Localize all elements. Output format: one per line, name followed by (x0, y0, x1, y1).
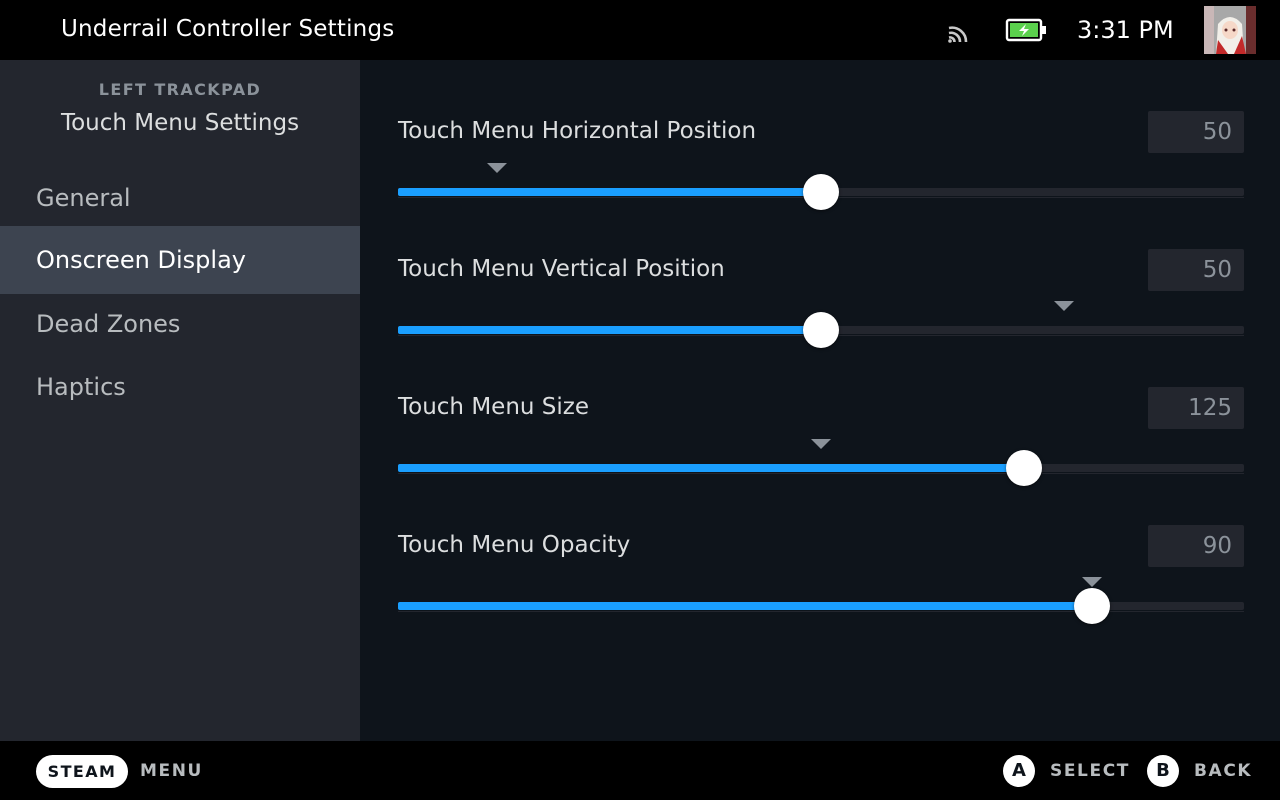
page-title: Underrail Controller Settings (61, 16, 395, 42)
clock: 3:31 PM (1077, 16, 1174, 44)
select-label: SELECT (1050, 761, 1130, 781)
default-marker-icon (1054, 301, 1074, 311)
slider-thumb[interactable] (1074, 588, 1110, 624)
slider-fill (398, 464, 1024, 472)
sidebar-item-general[interactable]: General (0, 164, 360, 232)
slider-fill (398, 188, 821, 196)
avatar[interactable] (1204, 6, 1256, 54)
b-button-icon[interactable]: B (1147, 755, 1179, 787)
menu-label: MENU (140, 761, 203, 781)
slider-fill (398, 326, 821, 334)
bottom-bar: STEAM MENU A SELECT B BACK (0, 741, 1280, 800)
setting-label: Touch Menu Vertical Position (398, 256, 725, 282)
default-marker-icon (811, 439, 831, 449)
sidebar-title: Touch Menu Settings (60, 110, 300, 136)
sidebar-item-onscreen-display[interactable]: Onscreen Display (0, 226, 360, 294)
setting-label: Touch Menu Opacity (398, 532, 631, 558)
slider-track[interactable] (398, 450, 1244, 486)
cast-icon (948, 26, 968, 43)
setting-label: Touch Menu Horizontal Position (398, 118, 757, 144)
setting-label: Touch Menu Size (398, 394, 589, 420)
sidebar-item-haptics[interactable]: Haptics (0, 353, 360, 421)
top-bar: Underrail Controller Settings 3:31 PM (0, 0, 1280, 60)
default-marker-icon (487, 163, 507, 173)
slider-track[interactable] (398, 174, 1244, 210)
sidebar-kicker: LEFT TRACKPAD (98, 80, 262, 99)
setting-value-field[interactable]: 50 (1148, 249, 1244, 291)
steam-button[interactable]: STEAM (36, 755, 128, 788)
setting-row: Touch Menu Opacity 90 (398, 474, 1244, 624)
slider-fill (398, 602, 1092, 610)
a-button-icon[interactable]: A (1003, 755, 1035, 787)
setting-row: Touch Menu Size 125 (398, 336, 1244, 486)
setting-row: Touch Menu Vertical Position 50 (398, 198, 1244, 348)
back-label: BACK (1194, 761, 1253, 781)
setting-value-field[interactable]: 125 (1148, 387, 1244, 429)
setting-row: Touch Menu Horizontal Position 50 (398, 60, 1244, 210)
setting-value-field[interactable]: 90 (1148, 525, 1244, 567)
setting-value-field[interactable]: 50 (1148, 111, 1244, 153)
battery-charging-icon (1005, 18, 1046, 42)
slider-track[interactable] (398, 588, 1244, 624)
sidebar: LEFT TRACKPAD Touch Menu Settings Genera… (0, 60, 360, 741)
sidebar-item-dead-zones[interactable]: Dead Zones (0, 290, 360, 358)
slider-track[interactable] (398, 312, 1244, 348)
settings-panel: Touch Menu Horizontal Position 50 Touch … (360, 60, 1280, 741)
default-marker-icon (1082, 577, 1102, 587)
